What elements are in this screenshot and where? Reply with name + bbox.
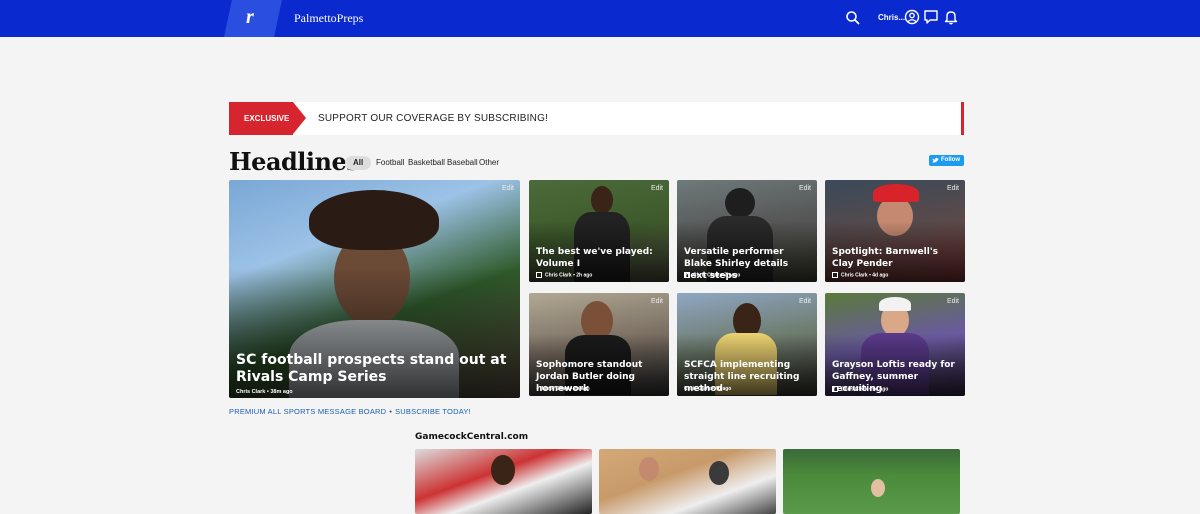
card-age: 4d ago [715, 386, 732, 392]
twitter-bird-icon [932, 157, 939, 163]
card-author: Jamie Shaw [540, 386, 570, 392]
card-age: 7h ago [724, 272, 741, 279]
edit-link[interactable]: Edit [502, 185, 514, 192]
exclusive-tag: EXCLUSIVE [229, 102, 306, 135]
card-title[interactable]: SC football prospects stand out at Rival… [236, 352, 516, 386]
player-photo [639, 457, 659, 481]
headline-card[interactable]: Edit Grayson Loftis ready for Gaffney, s… [825, 293, 965, 396]
player-photo [591, 186, 613, 214]
headline-card[interactable]: Edit SCFCA implementing straight line re… [677, 293, 817, 396]
message-board-link[interactable]: PREMIUM ALL SPORTS MESSAGE BOARD [229, 407, 386, 416]
card-meta: Chris Clark • 7h ago [684, 272, 740, 278]
filter-basketball[interactable]: Basketball [408, 156, 445, 170]
card-meta: Chris Clark • 4d ago [832, 272, 888, 278]
edit-link[interactable]: Edit [651, 298, 663, 305]
edit-link[interactable]: Edit [947, 185, 959, 192]
edit-link[interactable]: Edit [651, 185, 663, 192]
promo-links: PREMIUM ALL SPORTS MESSAGE BOARD • SUBSCRI… [229, 407, 471, 416]
card-meta: Chris Clark • 5d ago [832, 386, 888, 392]
player-photo [709, 461, 729, 485]
card-author: Chris Clark [841, 272, 868, 279]
link-separator: • [389, 407, 393, 416]
edit-link[interactable]: Edit [799, 298, 811, 305]
message-icon[interactable] [922, 8, 940, 26]
site-name-link[interactable]: PalmettoPreps [294, 11, 363, 26]
headline-card[interactable]: Edit Sophomore standout Jordan Butler do… [529, 293, 669, 396]
rivals-icon [536, 272, 542, 278]
card-author: Chris Clark [693, 272, 720, 279]
cap-shape [879, 297, 911, 311]
network-article-thumb[interactable] [599, 449, 776, 514]
hair-shape [309, 190, 439, 250]
cap-shape [873, 184, 919, 202]
user-name-menu[interactable]: Chris... [878, 13, 905, 22]
user-circle-icon[interactable] [903, 8, 921, 26]
player-photo [491, 455, 515, 485]
headline-card[interactable]: Edit The best we've played: Volume I Chr… [529, 180, 669, 282]
card-age: 2h ago [576, 272, 593, 279]
helmet-shape [725, 188, 755, 218]
card-author: Chris Clark [841, 386, 868, 393]
rivals-logo[interactable]: r [246, 6, 254, 29]
card-author: Chris Clark [545, 272, 572, 279]
card-meta: Chris Clark • 2h ago [536, 272, 592, 278]
rivals-icon [684, 272, 690, 278]
network-article-thumb[interactable] [783, 449, 960, 514]
card-title[interactable]: The best we've played: Volume I [536, 246, 662, 270]
card-age: 5d ago [872, 386, 889, 393]
card-author: Chris Clark [684, 386, 711, 392]
edit-link[interactable]: Edit [947, 298, 959, 305]
twitter-follow-button[interactable]: Follow [929, 155, 964, 166]
headline-card-featured[interactable]: Edit SC football prospects stand out at … [229, 180, 520, 398]
card-meta: Chris Clark • 4d ago [684, 386, 732, 392]
search-icon[interactable] [844, 9, 862, 27]
card-author: Chris Clark [236, 389, 266, 395]
filter-baseball[interactable]: Baseball [447, 156, 478, 170]
card-meta: Chris Clark • 38m ago [236, 389, 293, 395]
card-title[interactable]: Spotlight: Barnwell's Clay Pender [832, 246, 960, 270]
bell-icon[interactable] [942, 8, 960, 26]
network-article-thumb[interactable] [415, 449, 592, 514]
filter-football[interactable]: Football [376, 156, 404, 170]
subscription-banner[interactable]: EXCLUSIVE SUPPORT OUR COVERAGE BY SUBSCR… [229, 102, 964, 135]
player-photo [871, 479, 885, 497]
rivals-icon [832, 386, 838, 392]
top-navigation-bar [0, 0, 1200, 37]
banner-text[interactable]: SUPPORT OUR COVERAGE BY SUBSCRIBING! [318, 113, 548, 124]
rivals-icon [832, 272, 838, 278]
card-age: 2h ago [573, 386, 590, 392]
card-meta: ○ Jamie Shaw • 2h ago [536, 386, 590, 392]
filter-all[interactable]: All [345, 156, 372, 170]
card-age: 38m ago [270, 389, 293, 395]
subscribe-link[interactable]: SUBSCRIBE TODAY! [395, 407, 471, 416]
filter-other[interactable]: Other [479, 156, 499, 170]
headline-card[interactable]: Edit Spotlight: Barnwell's Clay Pender C… [825, 180, 965, 282]
headline-card[interactable]: Edit Versatile performer Blake Shirley d… [677, 180, 817, 282]
network-section-title[interactable]: GamecockCentral.com [415, 432, 528, 442]
headlines-title: Headlines [229, 147, 360, 176]
follow-label: Follow [941, 157, 960, 163]
edit-link[interactable]: Edit [799, 185, 811, 192]
card-age: 4d ago [872, 272, 889, 279]
